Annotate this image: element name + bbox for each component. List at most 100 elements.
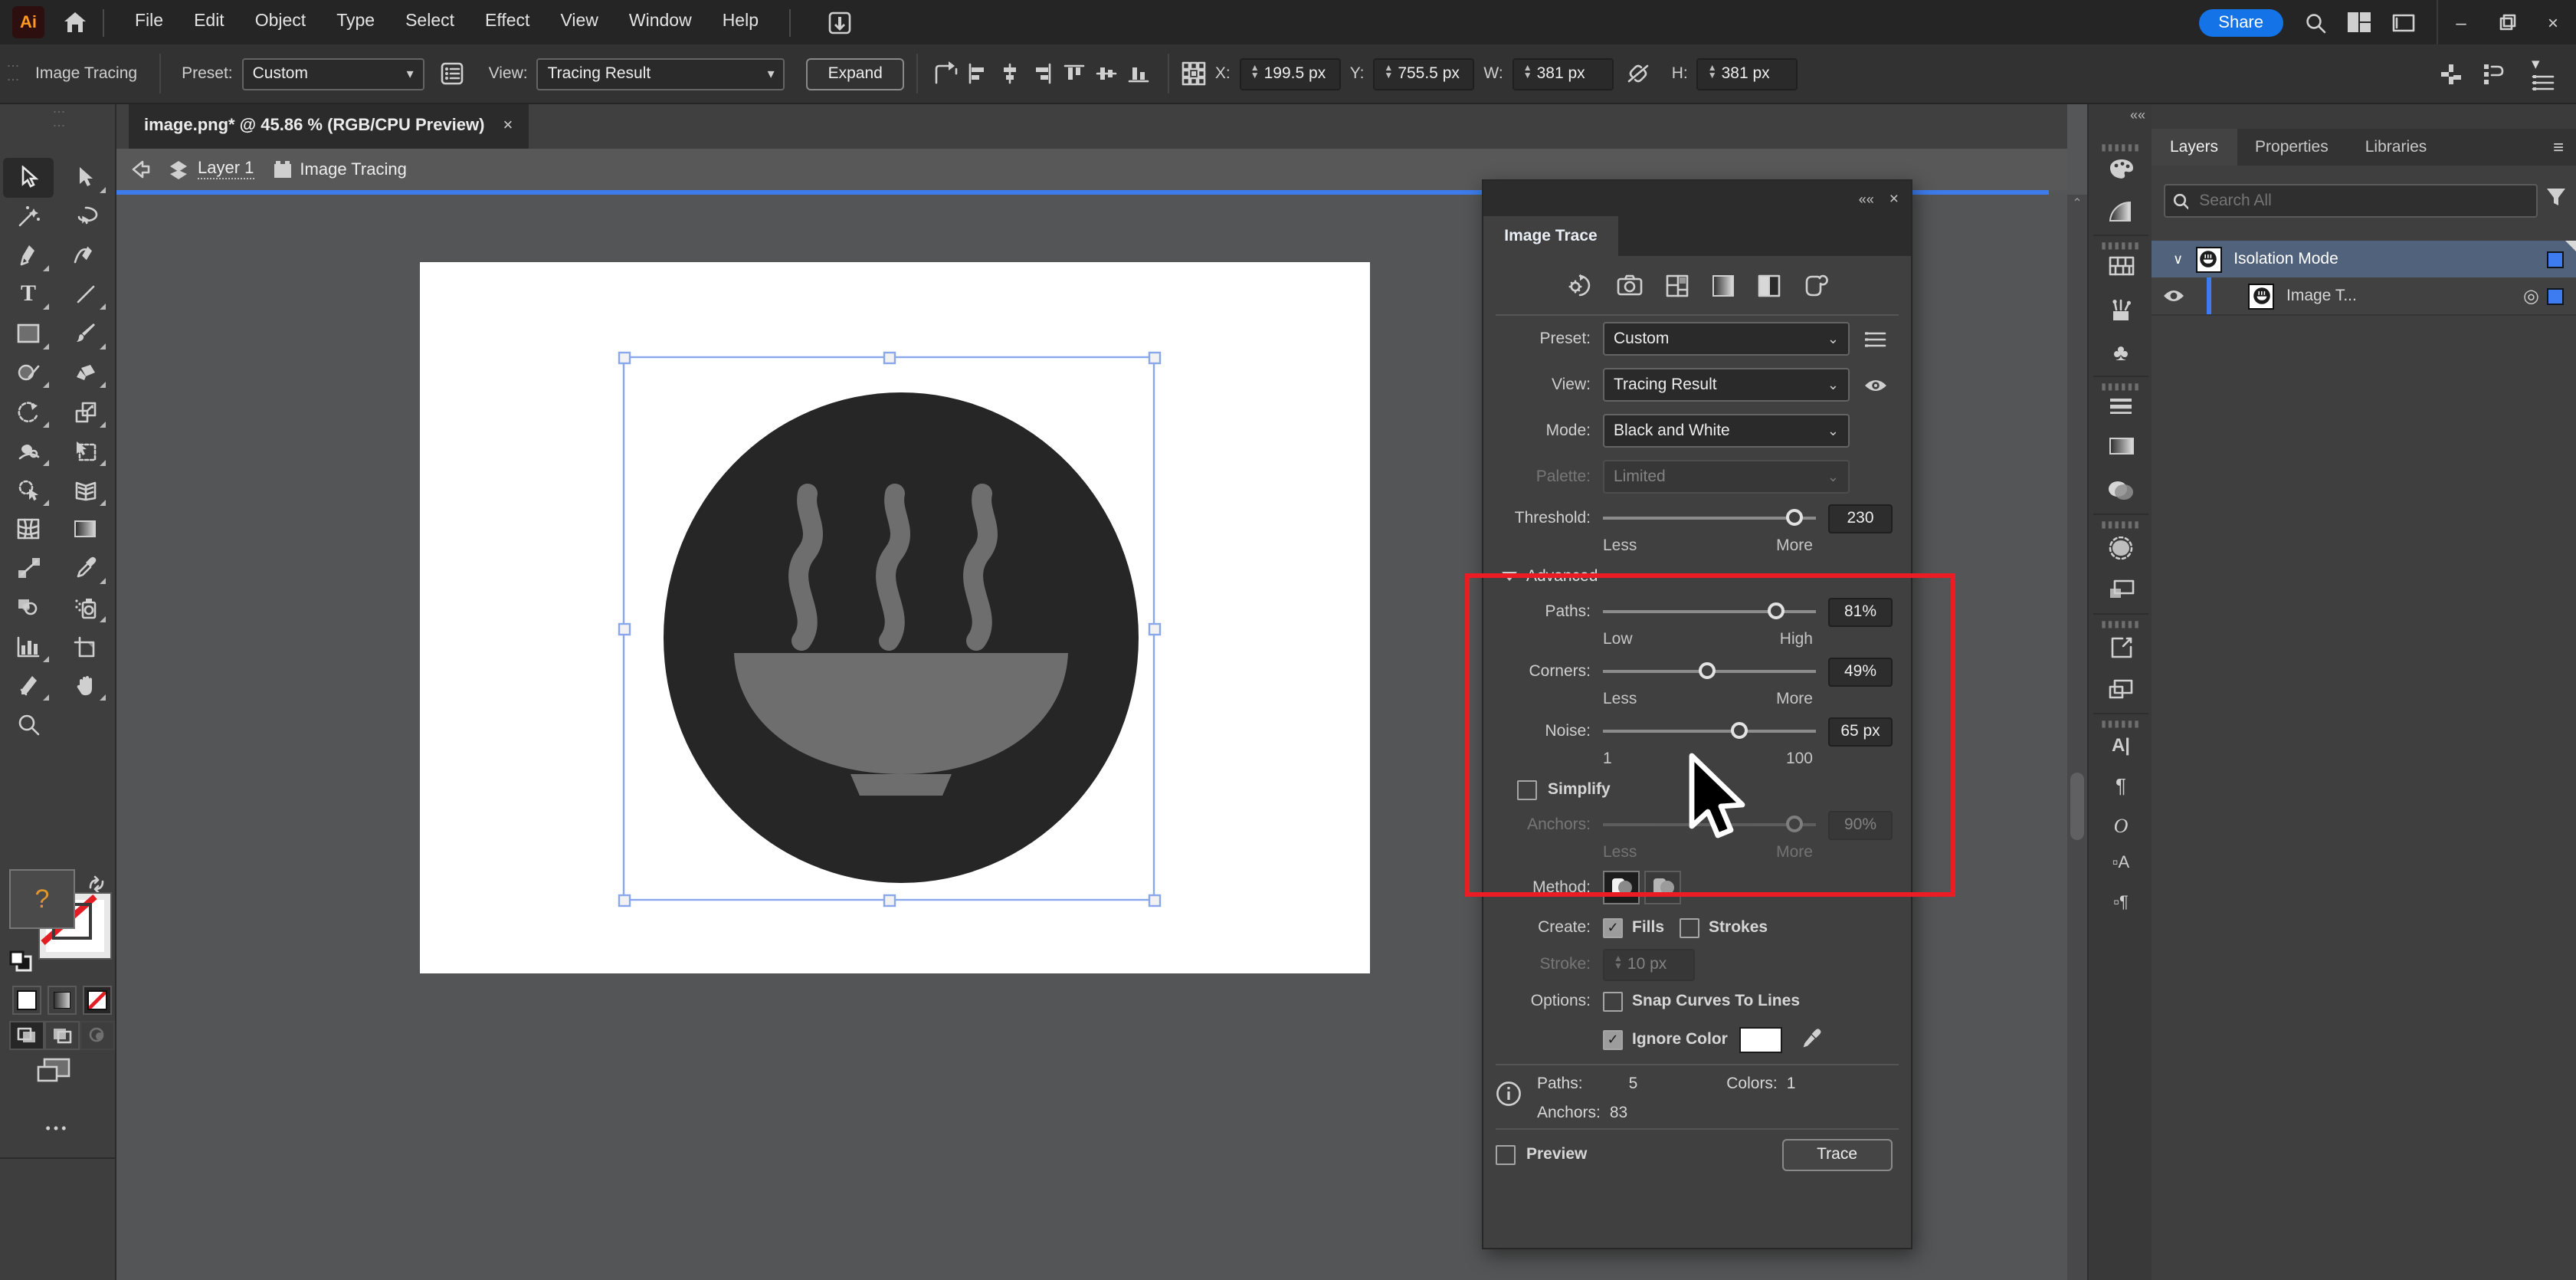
preset-dropdown[interactable]: Custom▾ <box>242 57 424 90</box>
shaper-tool[interactable] <box>3 353 54 392</box>
trace-button[interactable]: Trace <box>1781 1138 1893 1170</box>
align-top-icon[interactable] <box>1064 63 1085 84</box>
expand-button[interactable]: Expand <box>807 57 904 90</box>
scroll-up-arrow[interactable]: ⌃ <box>2067 196 2087 210</box>
outline-preset-icon[interactable] <box>1804 274 1828 297</box>
graphic-styles-panel-icon[interactable] <box>2089 579 2153 599</box>
illustrator-logo-icon[interactable]: Ai <box>12 6 44 38</box>
default-fill-stroke-icon[interactable] <box>9 950 34 973</box>
blend-tool[interactable] <box>3 549 54 588</box>
visibility-eye-icon[interactable] <box>2162 288 2185 304</box>
share-button[interactable]: Share <box>2198 8 2283 36</box>
preset-manager-icon[interactable] <box>440 61 464 86</box>
gradient-tool[interactable] <box>60 510 110 549</box>
align-right-icon[interactable] <box>1031 63 1053 84</box>
selection-color-chip[interactable] <box>2547 287 2564 304</box>
menu-type[interactable]: Type <box>321 0 390 44</box>
restore-button[interactable] <box>2484 0 2530 44</box>
brushes-panel-icon[interactable] <box>2089 299 2153 322</box>
x-field[interactable]: ▲▼199.5 px <box>1240 57 1341 90</box>
menu-effect[interactable]: Effect <box>470 0 545 44</box>
pen-tool[interactable] <box>3 236 54 275</box>
close-panel-icon[interactable]: × <box>1889 189 1899 208</box>
symbols-panel-icon[interactable]: ♣ <box>2089 342 2153 365</box>
preset-dropdown[interactable]: Custom⌄ <box>1603 322 1850 356</box>
layers-search[interactable] <box>2164 184 2538 218</box>
gradient-panel-icon[interactable] <box>2089 437 2153 455</box>
fills-checkbox[interactable]: ✓ <box>1603 917 1623 937</box>
eyedropper-tool[interactable] <box>60 549 110 588</box>
tab-layers[interactable]: Layers <box>2152 129 2237 166</box>
preview-checkbox[interactable] <box>1496 1144 1516 1164</box>
mode-dropdown[interactable]: Black and White⌄ <box>1603 414 1850 448</box>
low-color-preset-icon[interactable] <box>1666 274 1689 297</box>
expand-chevron-icon[interactable]: ∨ <box>2173 251 2183 267</box>
rectangle-tool[interactable] <box>3 314 54 353</box>
minimize-button[interactable]: – <box>2438 0 2484 44</box>
rotate-tool[interactable] <box>3 392 54 432</box>
menu-file[interactable]: File <box>120 0 179 44</box>
menu-select[interactable]: Select <box>390 0 470 44</box>
character-panel-icon[interactable]: A| <box>2089 734 2153 756</box>
none-button[interactable] <box>83 986 112 1015</box>
artboard-tool[interactable] <box>60 627 110 666</box>
direct-selection-tool[interactable] <box>60 158 110 197</box>
paragraph-panel-icon[interactable]: ¶ <box>2089 774 2153 797</box>
appearance-panel-icon[interactable] <box>2089 537 2153 560</box>
menu-help[interactable]: Help <box>707 0 774 44</box>
filter-icon[interactable] <box>2545 187 2567 207</box>
character-styles-panel-icon[interactable]: ▫A <box>2089 854 2153 872</box>
selection-tool[interactable] <box>3 158 54 197</box>
swap-fill-stroke-icon[interactable] <box>86 875 107 894</box>
collapse-dock-icon[interactable]: «« <box>2130 107 2145 123</box>
image-trace-tab[interactable]: Image Trace <box>1483 216 1618 256</box>
collapse-panel-icon[interactable]: «« <box>1859 191 1874 206</box>
scale-tool[interactable] <box>60 392 110 432</box>
layer-thumbnail[interactable] <box>2248 283 2274 309</box>
width-tool[interactable] <box>3 432 54 471</box>
ignore-color-swatch[interactable] <box>1740 1026 1783 1052</box>
paintbrush-tool[interactable] <box>60 314 110 353</box>
document-tab[interactable]: image.png* @ 45.86 % (RGB/CPU Preview) × <box>129 103 528 149</box>
grayscale-preset-icon[interactable] <box>1712 274 1735 297</box>
selection-bounding-box[interactable] <box>605 339 1172 918</box>
search-input[interactable] <box>2196 190 2528 212</box>
high-color-preset-icon[interactable] <box>1617 274 1643 296</box>
threshold-slider[interactable] <box>1603 507 1816 529</box>
panel-menu-icon[interactable]: ≡ <box>2553 129 2564 166</box>
mesh-tool[interactable] <box>3 510 54 549</box>
color-panel-icon[interactable] <box>2089 158 2153 179</box>
perspective-grid-tool[interactable] <box>60 471 110 510</box>
layer-name[interactable]: Isolation Mode <box>2234 250 2338 268</box>
shape-builder-tool[interactable] <box>3 471 54 510</box>
view-eye-icon[interactable] <box>1863 376 1888 393</box>
stroke-panel-icon[interactable] <box>2089 397 2153 415</box>
menu-window[interactable]: Window <box>614 0 707 44</box>
touch-workspace-icon[interactable] <box>828 10 852 34</box>
eyedropper-icon[interactable] <box>1801 1029 1823 1050</box>
color-button[interactable] <box>12 986 41 1015</box>
swatches-panel-icon[interactable] <box>2089 256 2153 276</box>
draw-behind-button[interactable] <box>44 1021 80 1050</box>
reference-point-icon[interactable] <box>1181 61 1206 86</box>
align-bottom-icon[interactable] <box>1128 63 1149 84</box>
free-transform-icon[interactable] <box>930 61 961 87</box>
h-field[interactable]: ▲▼381 px <box>1697 57 1798 90</box>
black-white-preset-icon[interactable] <box>1758 274 1781 297</box>
color-guide-panel-icon[interactable] <box>2089 201 2153 222</box>
free-transform-tool[interactable] <box>60 432 110 471</box>
tab-libraries[interactable]: Libraries <box>2347 129 2446 166</box>
tab-properties[interactable]: Properties <box>2237 129 2347 166</box>
home-icon[interactable] <box>63 11 87 34</box>
layer-row-isolation-mode[interactable]: ∨ Isolation Mode <box>2152 241 2576 277</box>
layer-name[interactable]: Image T... <box>2286 287 2357 305</box>
breadcrumb-layer[interactable]: Layer 1 <box>198 159 254 179</box>
selection-color-chip[interactable] <box>2547 251 2564 267</box>
search-icon[interactable] <box>2305 11 2326 33</box>
align-left-icon[interactable] <box>967 63 988 84</box>
draw-normal-button[interactable] <box>9 1021 44 1050</box>
column-graph-tool[interactable] <box>3 627 54 666</box>
align-center-icon[interactable] <box>999 63 1021 84</box>
align-middle-icon[interactable] <box>1096 63 1117 84</box>
canvas-vertical-scrollbar[interactable]: ⌃ <box>2067 195 2087 1280</box>
